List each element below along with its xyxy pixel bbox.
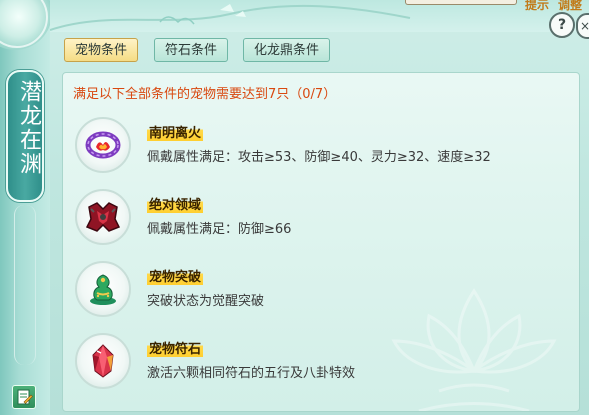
tab-pet-conditions[interactable]: 宠物条件 bbox=[64, 38, 139, 62]
top-link-hint[interactable]: 提示 bbox=[525, 0, 549, 13]
item-description: 突破状态为觉醒突破 bbox=[147, 294, 265, 309]
orb-ring-decoration bbox=[0, 0, 48, 48]
close-button[interactable]: × bbox=[576, 13, 589, 39]
tab-rune-conditions[interactable]: 符石条件 bbox=[154, 38, 229, 62]
window-title: 潜龙在渊 bbox=[16, 80, 41, 176]
conditions-panel: 满足以下全部条件的宠物需要达到7只（0/7） 南明离火 佩戴属性满足：攻击≥53… bbox=[62, 72, 580, 412]
item-description: 激活六颗相同符石的五行及八卦特效 bbox=[147, 366, 356, 381]
jade-gourd-icon bbox=[75, 261, 131, 317]
requirement-text: 满足以下全部条件的宠物需要达到7只（0/7） bbox=[73, 87, 337, 102]
help-icon: ? bbox=[557, 17, 567, 33]
edit-icon bbox=[17, 389, 33, 405]
condition-item: 绝对领域 佩戴属性满足：防御≥66 bbox=[75, 189, 555, 255]
crystal-gem-icon bbox=[75, 333, 131, 389]
item-name: 绝对领域 bbox=[147, 194, 204, 213]
item-description: 佩戴属性满足：攻击≥53、防御≥40、灵力≥32、速度≥32 bbox=[147, 150, 491, 165]
condition-item: 宠物突破 突破状态为觉醒突破 bbox=[75, 261, 555, 327]
item-description: 佩戴属性满足：防御≥66 bbox=[147, 222, 292, 237]
top-banner: 提示 调整 bbox=[50, 0, 589, 32]
close-icon: × bbox=[579, 19, 589, 33]
fire-bracelet-icon bbox=[75, 117, 131, 173]
edit-button[interactable] bbox=[12, 385, 36, 409]
left-rail: 潜龙在渊 bbox=[0, 0, 52, 415]
window-title-plate: 潜龙在渊 bbox=[6, 70, 44, 202]
rail-ornament bbox=[14, 205, 36, 365]
red-armor-icon bbox=[75, 189, 131, 245]
top-tab-edge bbox=[405, 0, 517, 5]
condition-item: 南明离火 佩戴属性满足：攻击≥53、防御≥40、灵力≥32、速度≥32 bbox=[75, 117, 555, 183]
item-name: 宠物突破 bbox=[147, 266, 204, 285]
item-name: 宠物符石 bbox=[147, 338, 204, 357]
tab-dragon-cauldron-conditions[interactable]: 化龙鼎条件 bbox=[243, 38, 331, 62]
help-button[interactable]: ? bbox=[549, 12, 575, 38]
condition-item: 宠物符石 激活六颗相同符石的五行及八卦特效 bbox=[75, 333, 555, 399]
item-name: 南明离火 bbox=[147, 122, 204, 141]
